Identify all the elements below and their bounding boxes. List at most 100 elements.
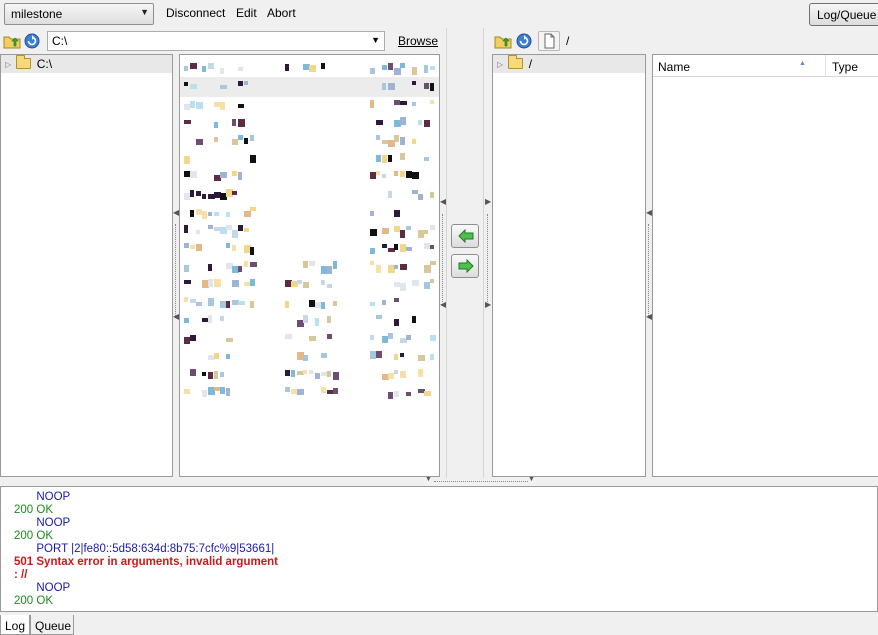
file-list-pixel	[382, 83, 386, 90]
remote-path-value: /	[566, 34, 570, 48]
arrow-right-icon	[458, 259, 474, 273]
file-list-pixel	[238, 266, 242, 272]
file-list-pixel	[394, 210, 400, 217]
file-list-pixel	[232, 245, 236, 251]
menu-disconnect[interactable]: Disconnect	[166, 6, 225, 20]
file-list-pixel	[370, 261, 374, 265]
folder-icon	[16, 55, 32, 69]
file-list-pixel	[184, 156, 190, 164]
download-button[interactable]	[451, 224, 479, 248]
menu-edit-label: Edit	[236, 6, 257, 20]
tab-log[interactable]: Log	[0, 615, 30, 635]
sort-ascending-icon: ▲	[799, 60, 806, 67]
file-list-pixel	[394, 68, 401, 75]
file-list-pixel	[208, 225, 213, 229]
file-list-pixel	[190, 171, 197, 178]
file-list-pixel	[382, 300, 386, 305]
file-list-pixel	[220, 68, 224, 74]
file-list-content[interactable]	[180, 55, 439, 476]
new-file-button[interactable]	[538, 31, 560, 51]
file-list-pixel	[196, 244, 202, 251]
browse-button[interactable]: Browse	[398, 34, 438, 48]
file-list-pixel	[400, 230, 405, 238]
file-list-pixel	[400, 264, 407, 270]
log-queue-button[interactable]: Log/Queue	[809, 3, 878, 26]
file-list-pixel	[388, 333, 393, 339]
splitter-grip	[487, 214, 488, 302]
file-list-pixel	[370, 68, 375, 74]
file-list-pixel	[400, 137, 405, 145]
splitter-log[interactable]: ▼ ▼	[0, 476, 878, 486]
file-list-pixel	[184, 225, 188, 233]
file-list-pixel	[184, 297, 188, 302]
upload-button[interactable]	[451, 254, 479, 278]
collapse-down-icon: ▼	[425, 476, 432, 483]
browse-label: Browse	[398, 34, 439, 48]
file-list-selected-row[interactable]	[180, 77, 439, 97]
file-list-pixel	[238, 301, 245, 305]
column-type[interactable]: Type	[832, 60, 858, 74]
file-list-pixel	[285, 370, 290, 376]
file-list-pixel	[321, 280, 325, 285]
file-list-pixel	[303, 261, 308, 268]
local-pathbar: C:\ ▼ Browse	[0, 29, 440, 53]
file-list-pixel	[424, 65, 428, 73]
tab-queue[interactable]: Queue	[30, 615, 74, 635]
file-list-pixel	[285, 387, 290, 392]
tree-item-c-drive[interactable]: ▷ C:\	[5, 55, 52, 71]
file-list-pixel	[430, 354, 434, 360]
column-separator[interactable]	[825, 55, 826, 77]
file-list-pixel	[412, 139, 416, 144]
file-list-pixel	[250, 155, 256, 163]
file-list-pixel	[394, 171, 398, 176]
log-panel[interactable]: NOOP 200 OK NOOP 200 OK PORT |2|fe80::5d58…	[0, 486, 878, 612]
file-list-pixel	[309, 65, 316, 72]
file-list-pixel	[250, 301, 254, 308]
file-list-pixel	[376, 155, 381, 162]
refresh-icon[interactable]	[23, 32, 41, 50]
file-list-pixel	[321, 302, 325, 309]
file-list-pixel	[400, 101, 407, 105]
expand-icon: ▷	[497, 60, 504, 70]
log-line: PORT |2|fe80::5d58:634d:8b75:7cfc%9|5366…	[14, 543, 275, 555]
file-list-pixel	[400, 371, 406, 378]
site-select[interactable]: milestone ▼	[4, 3, 154, 25]
file-list-pixel	[382, 65, 387, 70]
folder-up-icon[interactable]	[3, 32, 21, 50]
tree-item-root[interactable]: ▷ /	[497, 55, 533, 71]
folder-up-icon[interactable]	[494, 32, 512, 50]
log-line: NOOP	[14, 517, 71, 529]
file-list-pixel	[424, 391, 431, 396]
file-list-pixel	[303, 282, 309, 288]
local-file-list	[179, 54, 440, 477]
file-list-pixel	[370, 335, 374, 340]
document-icon	[544, 33, 555, 49]
file-list-pixel	[244, 261, 248, 267]
file-list-pixel	[430, 335, 436, 341]
file-list-pixel	[376, 135, 380, 140]
tree-item-label: /	[528, 57, 533, 71]
file-list-pixel	[238, 225, 243, 231]
menu-edit[interactable]: Edit	[236, 6, 257, 20]
splitter-middle-right[interactable]: ▶ ▶	[485, 54, 491, 477]
file-list-pixel	[303, 355, 308, 361]
column-name[interactable]: Name	[658, 60, 690, 74]
file-list-pixel	[382, 228, 389, 234]
arrow-left-icon	[458, 229, 474, 243]
local-path-combo[interactable]: C:\ ▼	[47, 31, 385, 51]
file-list-pixel	[238, 119, 245, 127]
menu-abort[interactable]: Abort	[267, 6, 296, 20]
file-list-pixel	[388, 191, 392, 198]
file-list-pixel	[196, 139, 203, 145]
file-list-pixel	[226, 338, 233, 342]
file-list-pixel	[208, 212, 212, 216]
file-list-pixel	[244, 211, 251, 217]
chevron-down-icon: ▼	[140, 7, 149, 17]
file-list-pixel	[238, 81, 243, 86]
collapse-down-icon: ▼	[528, 476, 535, 483]
file-list-pixel	[370, 248, 375, 254]
transfer-strip	[446, 28, 484, 478]
file-list-pixel	[285, 334, 292, 339]
refresh-icon[interactable]	[515, 32, 533, 50]
file-list-pixel	[430, 279, 434, 283]
